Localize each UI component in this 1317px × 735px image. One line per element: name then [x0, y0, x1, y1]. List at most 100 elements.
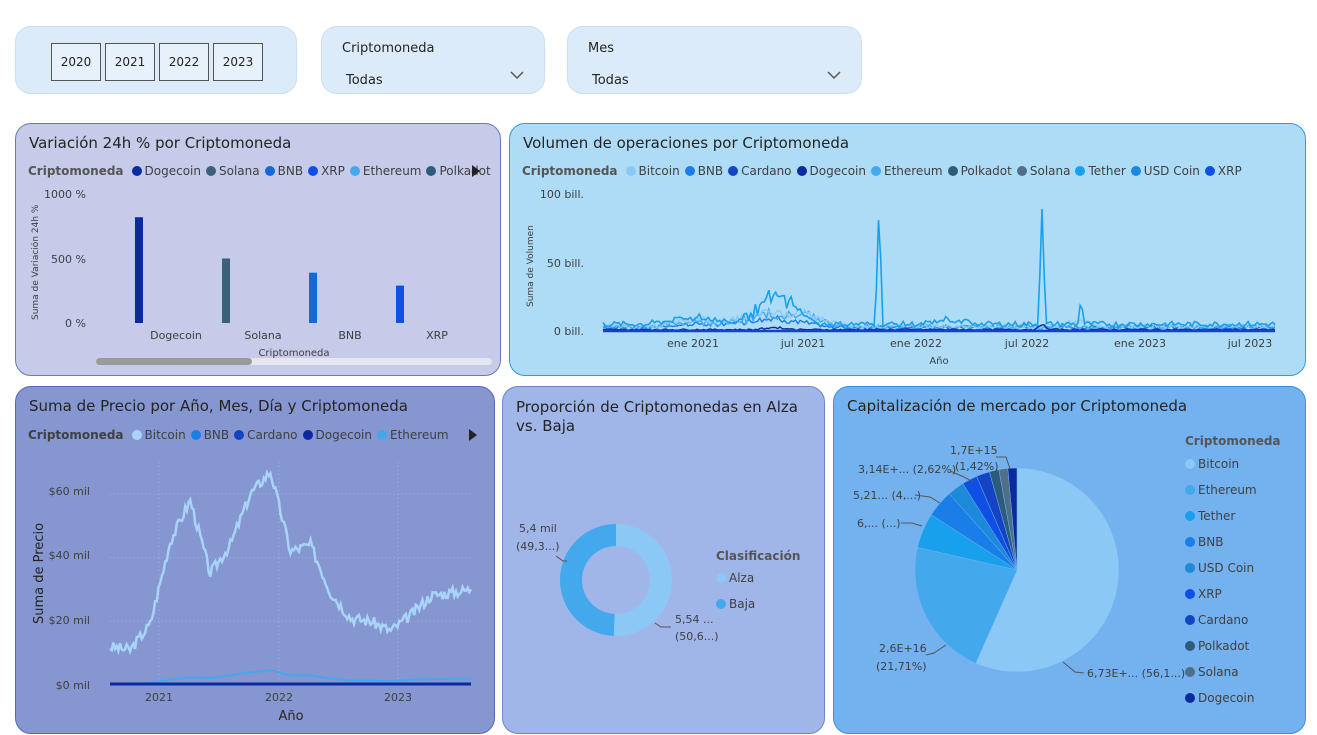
year-slicer: 2020 2021 2022 2023: [15, 26, 297, 94]
x-tick-label: ene 2023: [1114, 337, 1166, 350]
legend-item[interactable]: XRP: [1185, 587, 1222, 601]
x-tick-label: XRP: [426, 329, 448, 342]
donut-slice-baja[interactable]: [560, 524, 616, 636]
y-axis-title: Suma de Variación 24h %: [30, 204, 41, 320]
bar[interactable]: [309, 272, 317, 323]
legend-dot: [1185, 693, 1195, 703]
data-label: 5,21... (4,...): [853, 489, 921, 502]
data-label: (49,3...): [516, 540, 560, 553]
legend-label: Tether: [1198, 509, 1236, 523]
year-button-2023[interactable]: 2023: [213, 43, 263, 81]
chevron-down-icon[interactable]: [510, 71, 524, 80]
legend-label: USD Coin: [1198, 561, 1255, 575]
legend-item[interactable]: Ethereum: [1185, 483, 1257, 497]
series-line-tether[interactable]: [602, 208, 1276, 329]
data-label: (1,42%): [955, 460, 999, 473]
legend-label: Alza: [729, 571, 755, 585]
legend-item[interactable]: Polkadot: [1185, 639, 1249, 653]
legend-item[interactable]: Baja: [716, 597, 755, 611]
data-label: 6,... (...): [857, 517, 901, 530]
data-label: (21,71%): [876, 660, 927, 673]
legend-label: Bitcoin: [1198, 457, 1240, 471]
legend-dot: [1185, 563, 1195, 573]
y-tick-label: $20 mil: [49, 614, 90, 627]
legend-label: Dogecoin: [1198, 691, 1255, 705]
legend-dot: [1185, 537, 1195, 547]
x-tick-label: jul 2022: [1004, 337, 1050, 350]
y-tick-label: 50 bill.: [547, 257, 584, 270]
year-button-2020[interactable]: 2020: [51, 43, 101, 81]
legend-dot: [716, 573, 726, 583]
month-dropdown-label: Mes: [588, 41, 614, 56]
x-tick-label: ene 2021: [667, 337, 719, 350]
legend-item[interactable]: Cardano: [1185, 613, 1248, 627]
price-card: Suma de Precio por Año, Mes, Día y Cript…: [15, 386, 495, 734]
legend-dot: [716, 599, 726, 609]
legend-label: Solana: [1198, 665, 1239, 679]
x-tick-label: 2021: [145, 691, 173, 704]
series-line-ethereum[interactable]: [110, 669, 471, 685]
legend-dot: [1185, 485, 1195, 495]
legend-dot: [1185, 459, 1195, 469]
y-tick-label: 0 bill.: [554, 325, 584, 338]
data-label: 5,4 mil: [519, 522, 557, 535]
legend-dot: [1185, 667, 1195, 677]
x-tick-label: jul 2021: [780, 337, 826, 350]
legend-item[interactable]: Solana: [1185, 665, 1239, 679]
x-tick-label: 2023: [384, 691, 412, 704]
legend-label: XRP: [1198, 587, 1222, 601]
x-tick-label: 2022: [265, 691, 293, 704]
legend-label: Cardano: [1198, 613, 1249, 627]
leader-line: [1062, 661, 1085, 674]
scrollbar-thumb[interactable]: [96, 358, 252, 365]
data-label: 2,6E+16: [879, 642, 927, 655]
legend-item[interactable]: BNB: [1185, 535, 1223, 549]
crypto-dropdown[interactable]: Criptomoneda Todas: [321, 26, 545, 94]
legend-label: Baja: [729, 597, 756, 611]
crypto-dropdown-label: Criptomoneda: [342, 41, 435, 56]
x-axis-title: Año: [929, 356, 948, 367]
data-label: (50,6...): [675, 630, 719, 643]
legend-label: Ethereum: [1198, 483, 1257, 497]
legend-label: BNB: [1198, 535, 1224, 549]
legend-item[interactable]: USD Coin: [1185, 561, 1254, 575]
y-tick-label: $40 mil: [49, 549, 90, 562]
proportion-card: Proporción de Criptomonedas en Alza vs. …: [502, 386, 825, 734]
bar[interactable]: [396, 285, 404, 323]
x-axis-title: Año: [278, 709, 303, 724]
legend-label: Polkadot: [1198, 639, 1250, 653]
legend-item[interactable]: Bitcoin: [1185, 457, 1239, 471]
x-tick-label: Dogecoin: [150, 329, 202, 342]
year-button-2022[interactable]: 2022: [159, 43, 209, 81]
volume-chart: Suma de Volumen 100 bill. 50 bill. 0 bil…: [526, 188, 1276, 367]
data-label: 3,14E+... (2,62%): [858, 463, 956, 476]
donut-slice-alza[interactable]: [613, 524, 673, 636]
y-tick-label: 500 %: [51, 253, 86, 266]
y-tick-label: 100 bill.: [540, 188, 584, 201]
x-tick-label: BNB: [338, 329, 361, 342]
chevron-down-icon[interactable]: [827, 71, 841, 80]
x-tick-label: Solana: [244, 329, 281, 342]
series-line-bitcoin[interactable]: [109, 469, 473, 656]
month-dropdown[interactable]: Mes Todas: [567, 26, 862, 94]
legend-item[interactable]: Alza: [716, 571, 754, 585]
legend-item[interactable]: Tether: [1185, 509, 1235, 523]
y-tick-label: 0 %: [65, 317, 86, 330]
legend-dot: [1185, 615, 1195, 625]
variation-chart: Suma de Variación 24h % 1000 % 500 % 0 %…: [30, 188, 492, 365]
y-axis-title: Suma de Volumen: [526, 225, 536, 307]
x-axis-title: Criptomoneda: [258, 348, 329, 359]
volume-card: Volumen de operaciones por Criptomoneda …: [509, 123, 1306, 376]
bar[interactable]: [135, 217, 143, 323]
bar[interactable]: [222, 258, 230, 324]
y-tick-label: $0 mil: [56, 679, 90, 692]
crypto-dropdown-value: Todas: [346, 73, 383, 88]
y-tick-label: $60 mil: [49, 485, 90, 498]
proportion-legend-title: Clasificación: [716, 549, 801, 563]
marketcap-legend-title: Criptomoneda: [1185, 434, 1281, 448]
data-label: 1,7E+15: [950, 444, 998, 457]
y-tick-label: 1000 %: [44, 188, 86, 201]
legend-item[interactable]: Dogecoin: [1185, 691, 1254, 705]
legend-dot: [1185, 511, 1195, 521]
year-button-2021[interactable]: 2021: [105, 43, 155, 81]
